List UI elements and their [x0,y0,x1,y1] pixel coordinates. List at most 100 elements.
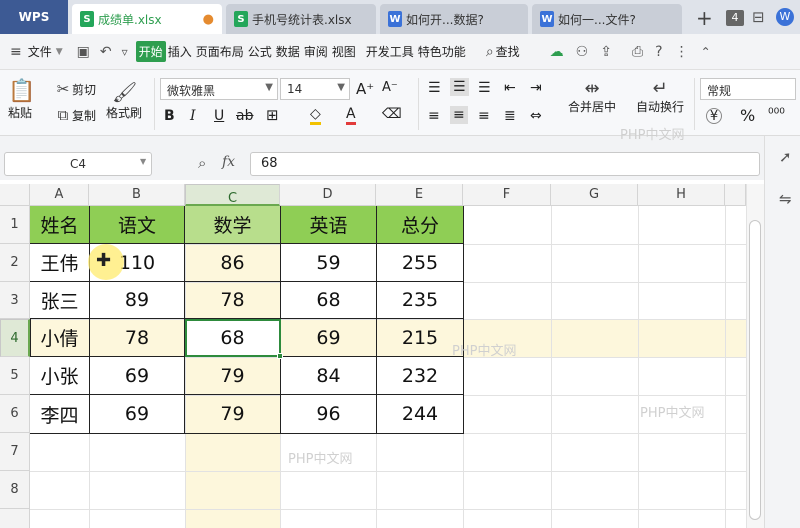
align-right-icon[interactable]: ≡ [478,108,490,124]
cell-b3[interactable]: 89 [90,282,185,319]
row-header-4[interactable]: 4 [0,319,30,357]
save-icon[interactable]: ▣ [77,44,90,60]
menu-insert[interactable]: 插入 [166,43,194,60]
menu-file[interactable]: 文件 [26,43,54,60]
cell-e6[interactable]: 244 [377,395,464,434]
paste-button[interactable]: 📋 粘贴 [8,80,35,121]
cell-e1[interactable]: 总分 [377,206,464,244]
align-center-icon[interactable]: ≡ [450,106,468,124]
cell-a6[interactable]: 李四 [30,395,90,434]
cell-a3[interactable]: 张三 [30,282,90,319]
indent-decrease-icon[interactable]: ⇤ [504,80,516,96]
justify-icon[interactable]: ≣ [504,108,516,124]
copy-button[interactable]: ⧉ 复制 [54,106,96,124]
column-header-f[interactable]: F [463,184,551,206]
cell-d3[interactable]: 68 [281,282,377,319]
menu-page-layout[interactable]: 页面布局 [194,43,246,60]
search-icon[interactable]: ⌕ [486,44,494,60]
cell-a2[interactable]: 王伟 [30,244,90,282]
menu-features[interactable]: 特色功能 [416,43,468,60]
cell-d1[interactable]: 英语 [281,206,377,244]
currency-icon[interactable]: ¥ [706,108,722,124]
cell-a5[interactable]: 小张 [30,357,90,395]
align-middle-icon[interactable]: ☰ [450,78,469,96]
thousands-separator-icon[interactable]: ⁰⁰⁰ [768,106,785,122]
cell-d2[interactable]: 59 [281,244,377,282]
column-header-h[interactable]: H [638,184,725,206]
borders-icon[interactable]: ⊞ [266,106,279,124]
cell-c2[interactable]: 86 [185,244,281,282]
menu-search[interactable]: 查找 [494,43,522,60]
wps-account-icon[interactable]: W [776,8,794,26]
more-options-icon[interactable]: ⋮ [675,44,689,60]
wrap-text-button[interactable]: ↵ 自动换行 [636,80,684,115]
column-header-a[interactable]: A [30,184,89,206]
zoom-magnifier-icon[interactable]: ⌕ [198,154,206,172]
column-header-g[interactable]: G [551,184,638,206]
cell-c3[interactable]: 78 [185,282,281,319]
fill-handle[interactable] [277,353,283,359]
tab-grade-sheet[interactable]: S 成绩单.xlsx ● [72,4,222,34]
cell-b6[interactable]: 69 [90,395,185,434]
cell-d6[interactable]: 96 [281,395,377,434]
tab-phone-stats[interactable]: S 手机号统计表.xlsx [226,4,376,34]
cell-d4[interactable]: 69 [281,319,377,357]
hamburger-menu-icon[interactable]: ≡ [10,44,22,60]
share-user-icon[interactable]: ⚇ [576,44,589,60]
strikethrough-icon[interactable]: ab [236,108,253,124]
increase-font-icon[interactable]: A⁺ [356,80,374,98]
fill-color-icon[interactable]: ◇ [310,106,321,125]
cell-e5[interactable]: 232 [377,357,464,395]
row-header-1[interactable]: 1 [0,206,30,244]
cell-d5[interactable]: 84 [281,357,377,395]
decrease-font-icon[interactable]: A⁻ [382,80,398,95]
collapse-ribbon-icon[interactable]: ⌃ [701,45,711,59]
tab-doc-2[interactable]: W 如何一...文件? [532,4,682,34]
row-header-3[interactable]: 3 [0,282,30,319]
row-header-7[interactable]: 7 [0,433,30,471]
scrollbar-thumb[interactable] [749,220,761,520]
bold-button[interactable]: B [164,108,175,124]
undo-icon[interactable]: ↶ [100,44,112,60]
cell-b4[interactable]: 78 [90,319,185,357]
cell-a4[interactable]: 小倩 [30,319,90,357]
unsaved-dot-icon[interactable]: ● [195,12,214,27]
merge-center-button[interactable]: ⇹ 合并居中 [568,80,616,115]
tab-count-badge[interactable]: 4 [726,10,744,26]
row-header-6[interactable]: 6 [0,395,30,433]
clear-format-eraser-icon[interactable]: ⌫ [382,106,402,122]
share-icon[interactable]: ⇪ [600,44,612,60]
menu-view[interactable]: 视图 [330,43,358,60]
menu-home[interactable]: 开始 [135,41,166,62]
cell-c4-active[interactable]: 68 [185,319,281,357]
select-all-corner[interactable] [0,184,30,206]
font-color-icon[interactable]: A [346,106,356,125]
menu-developer[interactable]: 开发工具 [364,43,416,60]
row-header-9-partial[interactable] [0,509,30,528]
fx-function-icon[interactable]: fx [222,154,235,170]
menu-formulas[interactable]: 公式 [246,43,274,60]
cloud-sync-icon[interactable]: ☁ [550,44,564,60]
cell-e2[interactable]: 255 [377,244,464,282]
indent-increase-icon[interactable]: ⇥ [530,80,542,96]
menu-review[interactable]: 审阅 [302,43,330,60]
cell-b1[interactable]: 语文 [90,206,185,244]
tab-wps-home[interactable]: WPS [0,0,68,34]
cut-button[interactable]: ✂ 剪切 [54,80,96,98]
align-bottom-icon[interactable]: ☰ [478,80,491,96]
name-box[interactable]: C4 [4,152,152,176]
select-pointer-icon[interactable]: ➚ [779,148,792,166]
cell-a1[interactable]: 姓名 [30,206,90,244]
align-top-icon[interactable]: ☰ [428,80,441,96]
row-header-2[interactable]: 2 [0,244,30,282]
format-painter-button[interactable]: 🖌 格式刷 [106,80,142,121]
font-size-select[interactable]: 14 ▼ [280,78,350,100]
font-name-select[interactable]: 微软雅黑 ▼ [160,78,278,100]
distribute-icon[interactable]: ⇔ [530,108,542,124]
cell-c6[interactable]: 79 [185,395,281,434]
chevron-down-icon[interactable]: ▼ [56,47,63,57]
menu-data[interactable]: 数据 [274,43,302,60]
italic-button[interactable]: I [190,108,196,124]
cell-e3[interactable]: 235 [377,282,464,319]
column-header-b[interactable]: B [89,184,185,206]
